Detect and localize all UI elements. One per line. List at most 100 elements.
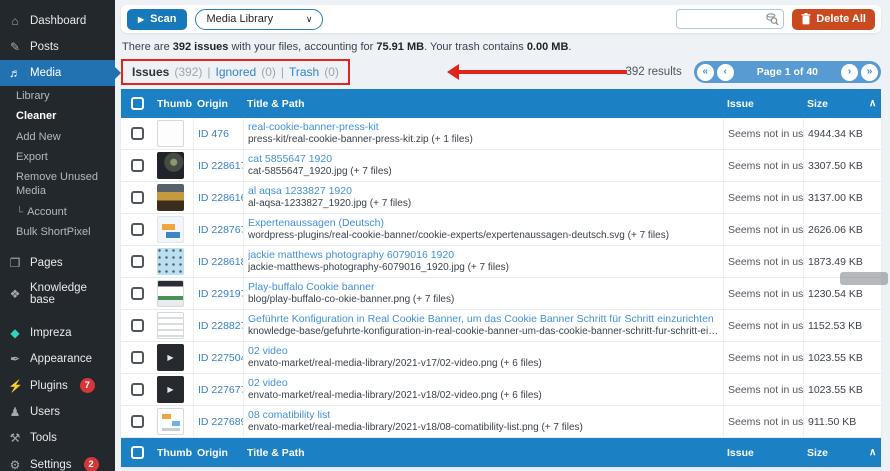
- sidebar-item-label: Appearance: [30, 353, 92, 365]
- last-page-button[interactable]: »: [861, 64, 878, 81]
- sort-ascending-icon[interactable]: ∧: [865, 89, 881, 118]
- origin-link[interactable]: ID 228617: [198, 160, 243, 172]
- origin-link[interactable]: ID 228618: [198, 256, 243, 268]
- title-link[interactable]: 02 video: [248, 345, 288, 358]
- thumbnail[interactable]: [157, 312, 184, 339]
- table-row: ID 227504 02 videoenvato-market/real-med…: [121, 342, 881, 374]
- sidebar-item-posts[interactable]: ✎ Posts: [0, 34, 115, 60]
- annotation-arrow: [459, 70, 627, 74]
- thumbnail[interactable]: [157, 280, 184, 307]
- sidebar-item-appearance[interactable]: ✒ Appearance: [0, 346, 115, 372]
- media-library-select-value: Media Library: [206, 13, 273, 25]
- sidebar-subitem-export[interactable]: Export: [0, 147, 115, 167]
- thumbnail[interactable]: [157, 216, 184, 243]
- sidebar-subitem-remove-unused-media[interactable]: Remove Unused Media: [0, 167, 115, 202]
- origin-link[interactable]: ID 228827: [198, 320, 243, 332]
- sidebar-item-knowledge-base[interactable]: ❖ Knowledge base: [0, 276, 115, 312]
- column-header-size[interactable]: Size: [803, 438, 865, 467]
- sidebar-subitem-library[interactable]: Library: [0, 86, 115, 106]
- tab-trash[interactable]: Trash: [289, 65, 319, 79]
- sidebar-item-users[interactable]: ♟ Users: [0, 399, 115, 425]
- sidebar-item-tools[interactable]: ⚒ Tools: [0, 425, 115, 451]
- table-row: ID 227689 08 comatibility listenvato-mar…: [121, 406, 881, 438]
- origin-link[interactable]: ID 227689: [198, 416, 243, 428]
- select-all-checkbox[interactable]: [131, 446, 144, 459]
- title-link[interactable]: jackie matthews photography 6079016 1920: [248, 249, 454, 262]
- title-link[interactable]: Expertenaussagen (Deutsch): [248, 217, 384, 230]
- sidebar-item-label: Impreza: [30, 327, 72, 339]
- sidebar-item-plugins[interactable]: ⚡ Plugins 7: [0, 372, 115, 399]
- title-link[interactable]: cat 5855647 1920: [248, 153, 332, 166]
- title-link[interactable]: 02 video: [248, 377, 288, 390]
- search-input[interactable]: [681, 13, 765, 25]
- thumbnail[interactable]: [157, 152, 184, 179]
- column-header-size[interactable]: Size: [803, 89, 865, 118]
- row-checkbox[interactable]: [131, 223, 144, 236]
- column-header-origin[interactable]: Origin: [193, 89, 243, 118]
- thumbnail[interactable]: [157, 376, 184, 403]
- title-link[interactable]: 08 comatibility list: [248, 409, 330, 422]
- cleaner-toolbar: ▶ Scan Media Library ∨ Delete All: [121, 5, 881, 33]
- sidebar-item-impreza[interactable]: ◆ Impreza: [0, 320, 115, 346]
- title-link[interactable]: al aqsa 1233827 1920: [248, 185, 352, 198]
- origin-link[interactable]: ID 227677: [198, 384, 243, 396]
- first-page-button[interactable]: «: [697, 64, 714, 81]
- row-checkbox[interactable]: [131, 415, 144, 428]
- sidebar-item-pages[interactable]: ❐ Pages: [0, 250, 115, 276]
- origin-link[interactable]: ID 227504: [198, 352, 243, 364]
- row-checkbox[interactable]: [131, 319, 144, 332]
- column-header-thumb[interactable]: Thumb: [153, 89, 193, 118]
- sidebar-subitem-cleaner[interactable]: Cleaner: [0, 106, 115, 126]
- sidebar-item-dashboard[interactable]: ⌂ Dashboard: [0, 8, 115, 34]
- thumbnail[interactable]: [157, 344, 184, 371]
- sidebar-item-label: Plugins: [30, 380, 68, 392]
- thumbnail[interactable]: [157, 408, 184, 435]
- scan-button-label: Scan: [150, 13, 176, 25]
- title-link[interactable]: real-cookie-banner-press-kit: [248, 121, 379, 134]
- sidebar-subitem-add-new[interactable]: Add New: [0, 127, 115, 147]
- row-checkbox[interactable]: [131, 383, 144, 396]
- previous-page-button[interactable]: ‹: [717, 64, 734, 81]
- file-path: envato-market/real-media-library/2021-v1…: [248, 422, 583, 435]
- thumbnail[interactable]: [157, 248, 184, 275]
- media-library-select[interactable]: Media Library ∨: [195, 9, 323, 30]
- size-text: 3307.50 KB: [803, 150, 865, 181]
- row-checkbox[interactable]: [131, 191, 144, 204]
- column-header-title-path[interactable]: Title & Path: [243, 89, 723, 118]
- annotation-red-box: Issues (392) | Ignored (0) | Trash (0): [121, 59, 350, 85]
- column-header-issue[interactable]: Issue: [723, 89, 803, 118]
- tab-ignored[interactable]: Ignored: [216, 65, 257, 79]
- title-link[interactable]: Play-buffalo Cookie banner: [248, 281, 374, 294]
- row-checkbox[interactable]: [131, 255, 144, 268]
- origin-link[interactable]: ID 229197: [198, 288, 243, 300]
- scan-button[interactable]: ▶ Scan: [127, 9, 187, 30]
- sidebar-item-media[interactable]: ♬ Media: [0, 60, 115, 86]
- thumbnail[interactable]: [157, 120, 184, 147]
- column-header-issue[interactable]: Issue: [723, 438, 803, 467]
- sort-ascending-icon[interactable]: ∧: [865, 438, 881, 467]
- sidebar-subitem-account[interactable]: └Account: [0, 202, 115, 222]
- file-path: envato-market/real-media-library/2021-v1…: [248, 390, 542, 403]
- title-link[interactable]: Geführte Konfiguration in Real Cookie Ba…: [248, 313, 714, 326]
- table-row: ID 228616 al aqsa 1233827 1920al-aqsa-12…: [121, 182, 881, 214]
- row-checkbox[interactable]: [131, 351, 144, 364]
- origin-link[interactable]: ID 476: [198, 128, 229, 140]
- next-page-button[interactable]: ›: [841, 64, 858, 81]
- column-header-thumb[interactable]: Thumb: [153, 438, 193, 467]
- select-all-checkbox[interactable]: [131, 97, 144, 110]
- row-checkbox[interactable]: [131, 159, 144, 172]
- origin-link[interactable]: ID 228616: [198, 192, 243, 204]
- sidebar-subitem-bulk-shortpixel[interactable]: Bulk ShortPixel: [0, 222, 115, 242]
- column-header-origin[interactable]: Origin: [193, 438, 243, 467]
- main-content: ▶ Scan Media Library ∨ Delete All The: [115, 0, 890, 471]
- origin-link[interactable]: ID 228767: [198, 224, 243, 236]
- row-checkbox[interactable]: [131, 287, 144, 300]
- play-icon: ▶: [138, 15, 144, 24]
- column-header-title-path[interactable]: Title & Path: [243, 438, 723, 467]
- row-checkbox[interactable]: [131, 127, 144, 140]
- sidebar-item-settings[interactable]: ⚙ Settings 2: [0, 451, 115, 471]
- thumbnail[interactable]: [157, 184, 184, 211]
- delete-all-button[interactable]: Delete All: [792, 9, 875, 30]
- tab-issues[interactable]: Issues: [132, 65, 169, 79]
- size-text: 1152.53 KB: [803, 310, 865, 341]
